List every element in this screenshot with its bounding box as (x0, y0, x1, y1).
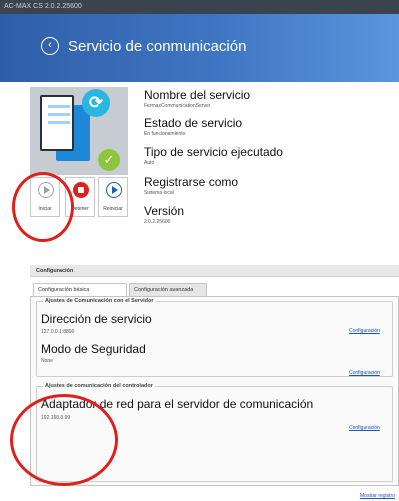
group-title: Ajustes de comunicación del controlador (43, 383, 155, 389)
restart-label: Reiniciar (103, 206, 123, 212)
window-title: AC-MAX CS 2.0.2.25600 (4, 3, 82, 10)
info-label: Estado de servicio (144, 116, 243, 130)
refresh-icon: ⟳ (82, 89, 110, 117)
network-adapter-config-link[interactable]: Configuración (349, 425, 380, 431)
restart-icon (106, 182, 122, 198)
info-version: Versión 2.0.2.25600 (144, 204, 184, 225)
server-communication-group: Ajustes de Comunicación con el Servidor … (36, 298, 393, 377)
info-label: Versión (144, 204, 185, 218)
info-service-status: Estado de servicio En funcionamiento (144, 116, 242, 137)
tab-advanced-configuration[interactable]: Configuración avanzada (129, 283, 207, 296)
info-value: Auto (144, 160, 155, 166)
network-adapter-value: 192.168.0.99 (41, 415, 71, 421)
info-log-on-as: Registrarse como Sistema local (144, 175, 238, 196)
restart-button[interactable]: Reiniciar (98, 177, 128, 217)
security-mode-label: Modo de Seguridad (41, 342, 146, 356)
server-slot (48, 121, 70, 124)
info-label: Registrarse como (144, 175, 239, 189)
group-title: Ajustes de Comunicación con el Servidor (43, 298, 156, 304)
service-address-config-link[interactable]: Configuración (349, 328, 380, 334)
window-title-bar: AC-MAX CS 2.0.2.25600 (0, 0, 399, 14)
show-register-link[interactable]: Mostrar registro (360, 493, 395, 499)
server-slot (48, 105, 70, 108)
start-button[interactable]: Iniciar (30, 177, 60, 217)
info-label: Nombre del servicio (144, 88, 251, 102)
info-label: Tipo de servicio ejecutado (144, 145, 283, 159)
info-value: Sistema local (144, 190, 174, 196)
info-service-type: Tipo de servicio ejecutado Auto (144, 145, 283, 166)
page-title: Servicio de conmunicación (68, 38, 247, 55)
info-value: En funcionamiento (144, 131, 186, 137)
controller-communication-group: Ajustes de comunicación del controlador … (36, 383, 393, 482)
tab-basic-configuration[interactable]: Configuración básica (33, 283, 127, 296)
play-icon (38, 182, 54, 198)
stop-button[interactable]: Detener (65, 177, 95, 217)
server-slot (48, 113, 70, 116)
basic-configuration-panel: Ajustes de Comunicación con el Servidor … (30, 296, 399, 486)
info-value: 2.0.2.25600 (144, 219, 171, 225)
chevron-left-icon: ‹ (48, 39, 52, 51)
server-service-icon: ⟳ ✓ (30, 87, 128, 175)
stop-icon (73, 182, 89, 198)
start-label: Iniciar (38, 206, 52, 212)
service-address-label: Dirección de servicio (41, 312, 152, 326)
check-icon: ✓ (98, 149, 120, 171)
server-icon (40, 95, 74, 151)
page-header: ‹ Servicio de conmunicación (0, 14, 399, 82)
service-address-value: 127.0.0.1:8890 (41, 329, 75, 335)
stop-label: Detener (71, 206, 89, 212)
security-mode-config-link[interactable]: Configuración (349, 370, 380, 376)
back-button[interactable]: ‹ (41, 37, 59, 55)
info-service-name: Nombre del servicio FermaxCommunicationS… (144, 88, 250, 109)
network-adapter-label: Adaptador de red para el servidor de com… (41, 397, 314, 411)
info-value: FermaxCommunicationServer (144, 103, 211, 109)
power-indicator-icon (54, 133, 63, 142)
configuration-section-header: Configuración (30, 265, 399, 277)
security-mode-value: None (41, 358, 53, 364)
